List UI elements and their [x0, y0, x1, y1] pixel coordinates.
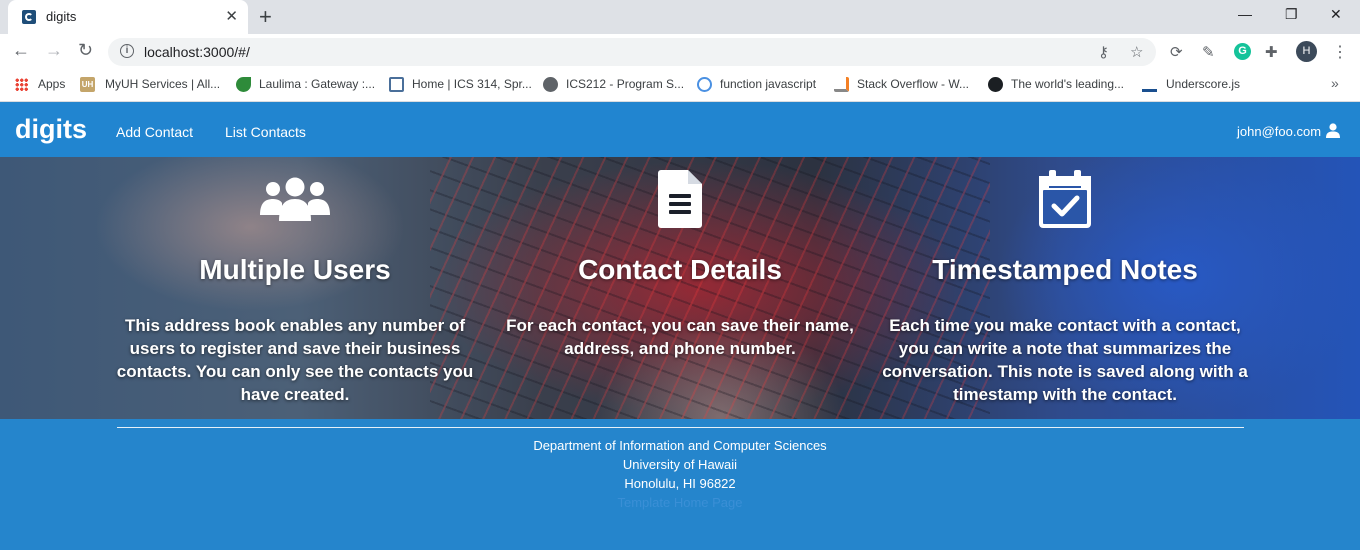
brand-logo[interactable]: digits [15, 114, 87, 145]
feature-description: For each contact, you can save their nam… [506, 316, 854, 358]
back-arrow-icon[interactable]: ← [12, 40, 30, 61]
profile-avatar[interactable]: H [1296, 41, 1317, 62]
window-minimize-button[interactable]: — [1238, 6, 1252, 22]
tab-close-button[interactable]: ✕ [225, 7, 238, 25]
apps-grid-icon [15, 78, 28, 91]
browser-toolbar: ← → ↻ i localhost:3000/#/ ⚷ ☆ [0, 34, 1360, 70]
bookmark-ics212[interactable]: ICS212 - Program S... [566, 77, 684, 91]
nav-add-contact[interactable]: Add Contact [116, 124, 193, 140]
user-icon[interactable] [1325, 123, 1341, 138]
site-info-icon[interactable]: i [120, 44, 134, 58]
extensions-puzzle-icon[interactable]: ✚ [1265, 43, 1278, 61]
bookmarks-overflow-button[interactable]: » [1331, 75, 1339, 91]
bookmarks-bar: Apps UH MyUH Services | All... Laulima :… [0, 70, 1360, 102]
calendar-check-icon [1039, 170, 1091, 228]
footer-university: University of Hawaii [622, 457, 738, 472]
site-navbar: digits Add Contact List Contacts john@fo… [0, 103, 1360, 157]
address-bar[interactable]: i localhost:3000/#/ ⚷ ☆ [108, 38, 1156, 66]
template-home-page-link[interactable]: Template Home Page [617, 495, 742, 510]
page-icon [389, 77, 404, 92]
bookmark-apps[interactable]: Apps [38, 77, 65, 91]
footer-department: Department of Information and Computer S… [533, 438, 827, 453]
bookmark-stackoverflow[interactable]: Stack Overflow - W... [857, 77, 969, 91]
grammarly-extension-icon[interactable]: G [1234, 43, 1251, 60]
address-bar-url[interactable]: localhost:3000/#/ [144, 44, 250, 60]
reload-icon[interactable]: ↻ [78, 40, 93, 61]
bookmark-laulima[interactable]: Laulima : Gateway :... [259, 77, 375, 91]
feature-description: Each time you make contact with a contac… [882, 316, 1248, 404]
stackoverflow-icon [834, 77, 849, 92]
uh-icon: UH [80, 77, 95, 92]
file-text-icon [658, 170, 702, 228]
feature-description: This address book enables any number of … [116, 316, 474, 404]
tab-title: digits [46, 9, 77, 24]
nav-list-contacts[interactable]: List Contacts [225, 124, 306, 140]
bookmark-star-icon[interactable]: ☆ [1130, 43, 1143, 61]
feature-title: Multiple Users [199, 254, 391, 285]
laulima-icon [236, 77, 251, 92]
users-icon [260, 177, 330, 221]
window-close-button[interactable]: ✕ [1330, 6, 1342, 23]
sync-extension-icon[interactable]: ⟳ [1170, 43, 1183, 61]
bookmark-myuh[interactable]: MyUH Services | All... [105, 77, 220, 91]
footer-divider [117, 427, 1244, 428]
bookmark-function-javascript[interactable]: function javascript [720, 77, 816, 91]
cloud-icon [697, 77, 712, 92]
footer-address: Honolulu, HI 96822 [624, 476, 736, 491]
browser-tab[interactable]: digits ✕ [8, 0, 248, 34]
bookmark-ics314[interactable]: Home | ICS 314, Spr... [412, 77, 532, 91]
new-tab-button[interactable]: + [259, 4, 272, 30]
browser-tabstrip: digits ✕ + — ❐ ✕ [0, 0, 1360, 34]
password-key-icon[interactable]: ⚷ [1098, 43, 1109, 61]
tab-favicon-icon [22, 10, 36, 24]
hero-banner: Multiple Users This address book enables… [0, 157, 1360, 419]
window-restore-button[interactable]: ❐ [1285, 6, 1298, 23]
github-icon [988, 77, 1003, 92]
browser-menu-icon[interactable]: ⋮ [1332, 42, 1348, 62]
bookmark-underscore[interactable]: Underscore.js [1166, 77, 1240, 91]
bookmark-github[interactable]: The world's leading... [1011, 77, 1124, 91]
footer-template-link-row: Template Home Page [0, 495, 1360, 510]
forward-arrow-icon[interactable]: → [45, 40, 63, 61]
user-menu-dropdown[interactable]: john@foo.com [1237, 124, 1321, 139]
feature-title: Timestamped Notes [932, 254, 1198, 285]
underscore-icon [1142, 89, 1157, 92]
globe-icon [543, 77, 558, 92]
feature-title: Contact Details [578, 254, 782, 285]
eyedropper-extension-icon[interactable]: ✎ [1202, 43, 1215, 61]
